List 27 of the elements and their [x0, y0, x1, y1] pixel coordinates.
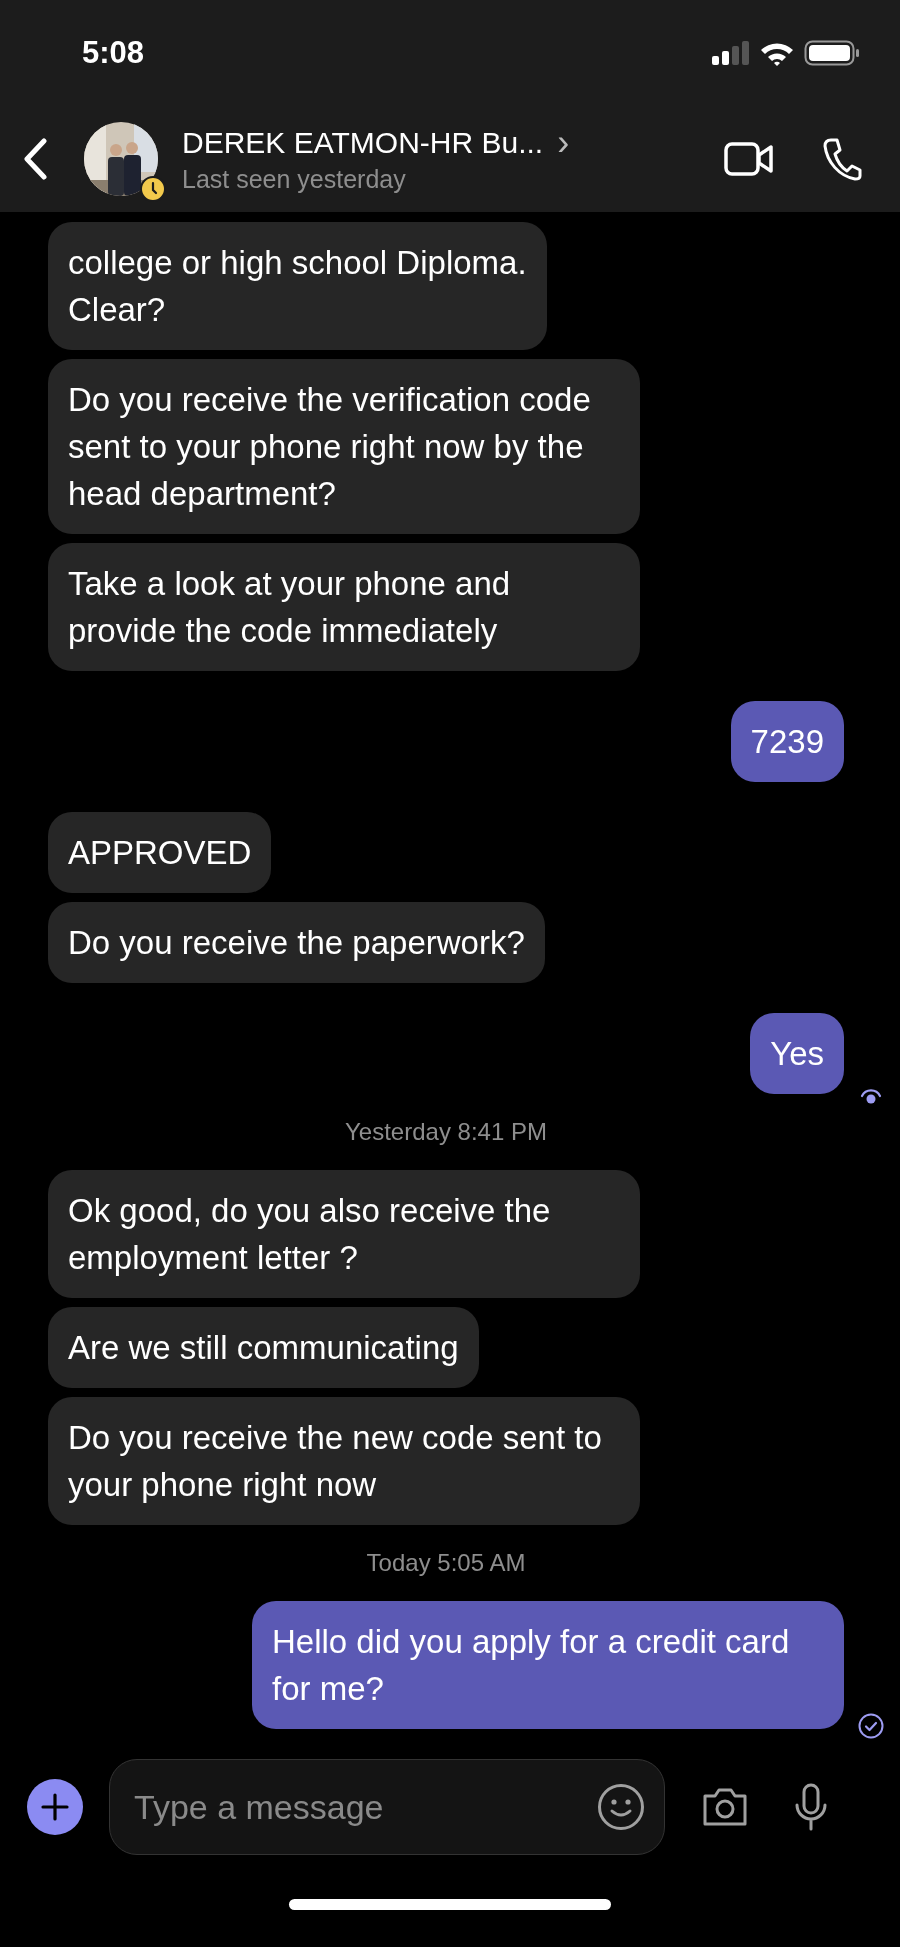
- timestamp: Today 5:05 AM: [366, 1549, 526, 1577]
- phone-icon[interactable]: [822, 137, 862, 181]
- sent-message: Yes: [750, 1013, 844, 1094]
- received-message: Do you receive the paperwork?: [48, 902, 545, 983]
- chevron[interactable]: ›: [557, 124, 570, 161]
- timestamp: Yesterday 8:41 PM: [345, 1118, 547, 1146]
- camera-icon[interactable]: [701, 1786, 749, 1828]
- back-icon[interactable]: [22, 138, 48, 180]
- microphone-icon[interactable]: [793, 1783, 829, 1831]
- received-message: Do you receive the verification code sent to your phone right now by the head department?: [48, 359, 640, 534]
- received-message: Are we still communicating: [48, 1307, 479, 1388]
- status-time: 5:08: [82, 35, 145, 71]
- sent-message: 7239: [730, 701, 844, 782]
- message-field[interactable]: Type a message: [109, 1759, 665, 1855]
- received-message: Do you receive the new code sent to your phone right now: [48, 1397, 640, 1525]
- sent-message: Hello did you apply for a credit card for me?: [252, 1601, 844, 1729]
- contact-name[interactable]: DEREK EATMON-HR Bu...: [182, 125, 544, 160]
- last-seen-text: Last seen yesterday: [182, 164, 407, 194]
- add-icon[interactable]: [27, 1779, 83, 1835]
- emoji-icon[interactable]: [597, 1783, 645, 1831]
- received-message: Ok good, do you also receive the employment letter ?: [48, 1170, 640, 1298]
- signal-icon: [712, 41, 750, 65]
- video-call-icon[interactable]: [724, 142, 774, 176]
- received-message: APPROVED: [48, 812, 272, 893]
- battery-icon: [804, 40, 860, 66]
- received-message: Take a look at your phone and provide the code immediately: [48, 543, 640, 671]
- received-message: college or high school Diploma. Clear?: [48, 222, 547, 350]
